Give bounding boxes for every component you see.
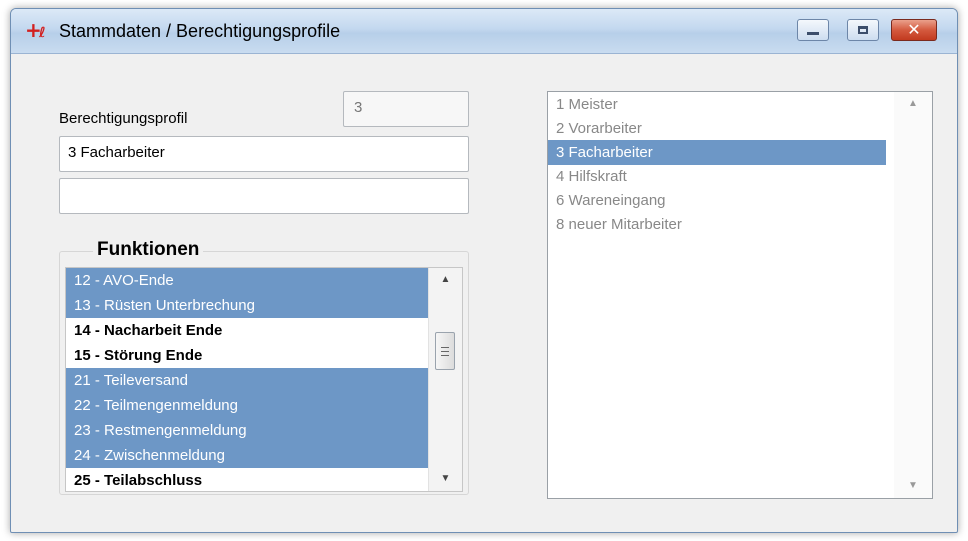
profile-id-field[interactable]: 3 bbox=[343, 91, 469, 127]
profiles-scrollbar[interactable]: ▲ ▼ bbox=[894, 92, 932, 498]
scroll-up-arrow-icon[interactable]: ▲ bbox=[429, 268, 462, 292]
function-item[interactable]: 13 - Rüsten Unterbrechung bbox=[66, 293, 428, 318]
profile-item[interactable]: 8 neuer Mitarbeiter bbox=[548, 212, 886, 237]
profile-item[interactable]: 4 Hilfskraft bbox=[548, 164, 886, 189]
grip-line bbox=[441, 351, 449, 352]
function-item[interactable]: 12 - AVO-Ende bbox=[66, 268, 428, 293]
window-title: Stammdaten / Berechtigungsprofile bbox=[59, 21, 341, 41]
grip-line bbox=[441, 355, 449, 356]
profile-description-field[interactable] bbox=[59, 178, 469, 214]
profile-item[interactable]: 3 Facharbeiter bbox=[548, 140, 886, 165]
minimize-icon bbox=[807, 31, 819, 35]
profile-item[interactable]: 1 Meister bbox=[548, 92, 886, 117]
title-bar[interactable]: + ℓ Stammdaten / Berechtigungsprofile ✕ bbox=[11, 9, 957, 54]
function-item[interactable]: 24 - Zwischenmeldung bbox=[66, 443, 428, 468]
scroll-down-arrow-icon[interactable]: ▼ bbox=[894, 474, 932, 498]
profile-item[interactable]: 2 Vorarbeiter bbox=[548, 116, 886, 141]
minimize-button[interactable] bbox=[797, 19, 829, 41]
function-item[interactable]: 14 - Nacharbeit Ende bbox=[66, 318, 428, 343]
profile-label: Berechtigungsprofil bbox=[59, 110, 188, 127]
profiles-listbox[interactable]: 1 Meister 2 Vorarbeiter 3 Facharbeiter 4… bbox=[547, 91, 933, 499]
close-icon: ✕ bbox=[907, 20, 921, 39]
client-area: Berechtigungsprofil 3 3 Facharbeiter Fun… bbox=[11, 54, 957, 532]
maximize-icon bbox=[858, 26, 868, 34]
scrollbar-thumb[interactable] bbox=[435, 332, 455, 370]
scroll-down-arrow-icon[interactable]: ▼ bbox=[429, 467, 462, 491]
grip-line bbox=[441, 347, 449, 348]
maximize-button[interactable] bbox=[847, 19, 879, 41]
app-logo-icon: + ℓ bbox=[25, 18, 46, 42]
function-item[interactable]: 21 - Teileversand bbox=[66, 368, 428, 393]
close-button[interactable]: ✕ bbox=[891, 19, 937, 41]
profile-name-field[interactable]: 3 Facharbeiter bbox=[59, 136, 469, 172]
main-window: + ℓ Stammdaten / Berechtigungsprofile ✕ B… bbox=[10, 8, 958, 533]
function-item[interactable]: 15 - Störung Ende bbox=[66, 343, 428, 368]
functions-scrollbar[interactable]: ▲ ▼ bbox=[428, 268, 462, 491]
functions-group-label: Funktionen bbox=[93, 239, 204, 261]
function-item[interactable]: 22 - Teilmengenmeldung bbox=[66, 393, 428, 418]
profile-item[interactable]: 6 Wareneingang bbox=[548, 188, 886, 213]
scroll-up-arrow-icon[interactable]: ▲ bbox=[894, 92, 932, 116]
function-item[interactable]: 23 - Restmengenmeldung bbox=[66, 418, 428, 443]
function-item[interactable]: 25 - Teilabschluss bbox=[66, 468, 428, 491]
functions-listbox[interactable]: 12 - AVO-Ende 13 - Rüsten Unterbrechung … bbox=[65, 267, 463, 492]
